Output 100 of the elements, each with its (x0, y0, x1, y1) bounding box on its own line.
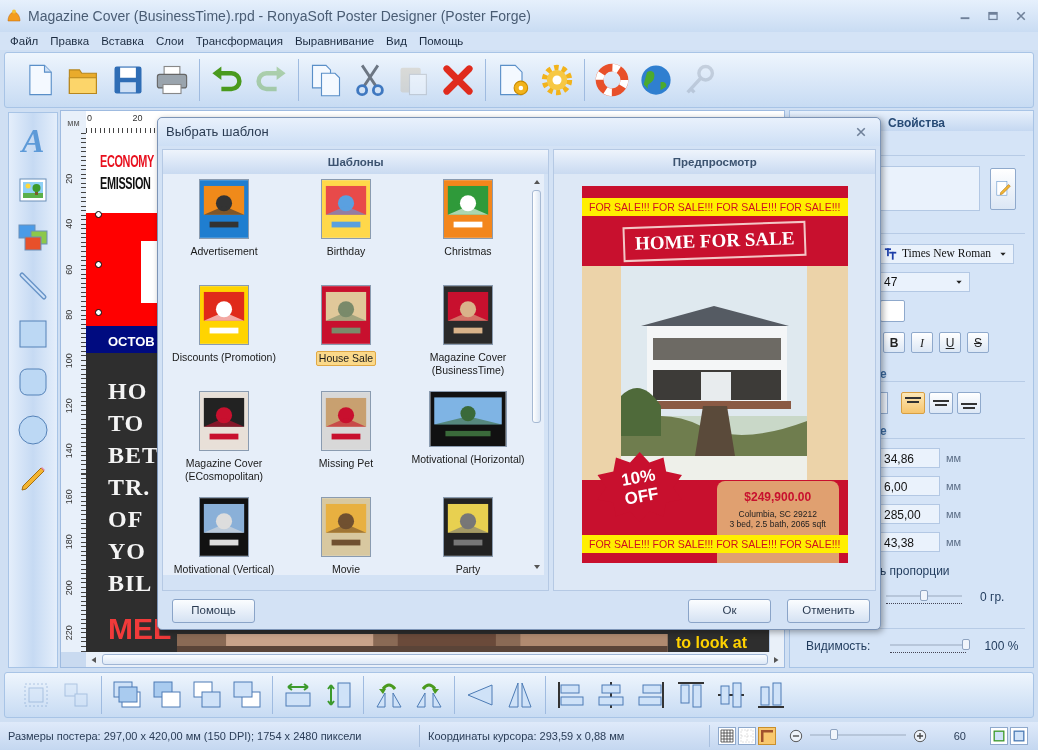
align-icon (933, 400, 949, 406)
strike-button[interactable]: S (967, 332, 989, 353)
number-field[interactable]: 6,00 (880, 476, 940, 496)
template-item[interactable]: House Sale (315, 351, 377, 366)
template-item[interactable]: Missing Pet (316, 457, 376, 470)
template-item[interactable]: Magazine Cover (ECosmopolitan) (169, 457, 279, 483)
underline-button[interactable]: U (939, 332, 961, 353)
vertical-align-button[interactable] (929, 392, 953, 414)
poster-banner: FOR SALE!!! FOR SALE!!! FOR SALE!!! FOR SALE!!! (581, 198, 848, 216)
align-top-icon (675, 679, 707, 711)
badge-text: 10% OFF (618, 464, 661, 511)
poster-text: HO (108, 377, 148, 406)
close-icon (1016, 11, 1026, 21)
address-text: 3 bed, 2.5 bath, 2065 sqft (729, 519, 826, 529)
checkbox-label: ь пропорции (880, 563, 950, 580)
ok-button[interactable]: Ок (688, 598, 771, 623)
template-item[interactable]: Magazine Cover (BusinessTime) (413, 351, 523, 377)
zoom-slider[interactable] (809, 729, 906, 743)
slider-thumb[interactable] (920, 590, 928, 601)
panel-header: Предпросмотр (554, 150, 875, 174)
view-mode-button[interactable] (757, 727, 776, 745)
ruler-label: 20 (132, 112, 143, 125)
cancel-button[interactable]: Отменить (787, 598, 870, 623)
window-title: Magazine Cover (BusinessTime).rpd - RonyaSoft Poster Designer (Poster Forge) (28, 6, 532, 26)
menu-item[interactable]: Выравнивание (288, 32, 381, 50)
vertical-align-button[interactable] (957, 392, 981, 414)
visibility-slider[interactable] (890, 639, 967, 653)
menu-item[interactable]: Трансформация (189, 32, 289, 50)
plus-icon (912, 729, 927, 743)
close-icon (856, 127, 866, 137)
rotation-value: 0 гр. (980, 589, 1005, 606)
scroll-up-icon (532, 178, 541, 186)
view-mode-button[interactable] (737, 727, 756, 745)
app-icon (6, 8, 22, 24)
menu-item[interactable]: Вставка (95, 32, 150, 50)
menu-item[interactable]: Файл (4, 32, 45, 50)
template-item[interactable]: Movie (330, 563, 362, 575)
edit-text-button[interactable] (990, 167, 1016, 210)
address-text: Columbia, SC 29212 (738, 509, 817, 519)
selection-handle[interactable] (95, 309, 102, 316)
panel-header: Шаблоны (163, 150, 549, 174)
number-field[interactable]: 285,00 (880, 504, 940, 524)
menu-item[interactable]: Слои (149, 32, 190, 50)
template-item[interactable]: Motivational (Vertical) (171, 563, 277, 575)
text-area[interactable] (880, 166, 980, 211)
template-item[interactable]: Discounts (Promotion) (170, 351, 278, 364)
ruler-label: 0 (87, 112, 92, 125)
number-field[interactable]: 43,38 (880, 532, 940, 552)
cursor-coordinates: Координаты курсора: 293,59 x 0,88 мм (420, 725, 710, 747)
scroll-right-icon (772, 655, 780, 664)
template-item[interactable]: Party (453, 563, 483, 575)
minus-icon (788, 729, 803, 743)
ruler-label: 160 (63, 488, 76, 507)
ruler-label: 140 (63, 442, 76, 461)
fit-page-button[interactable] (990, 727, 1008, 745)
dialog-title: Выбрать шаблон (166, 123, 269, 142)
help-button[interactable]: Помощь (172, 598, 255, 623)
globe-icon (638, 62, 674, 98)
layers-icon (151, 679, 183, 711)
align-right-icon (635, 679, 667, 711)
italic-button[interactable]: I (911, 332, 933, 353)
font-dropdown[interactable]: Times New Roman (880, 244, 1014, 264)
scrollbar-thumb[interactable] (532, 190, 541, 423)
ruler-label: 20 (63, 172, 76, 186)
menu-item[interactable]: Помощь (412, 32, 470, 50)
menu-item[interactable]: Вид (380, 32, 413, 50)
vertical-scrollbar[interactable] (529, 174, 544, 575)
selection-handle[interactable] (95, 211, 102, 218)
template-item[interactable]: Advertisement (188, 245, 260, 258)
slider-thumb[interactable] (829, 729, 838, 740)
menu-item[interactable]: Правка (44, 32, 96, 50)
font-icon (884, 247, 898, 261)
number-field[interactable]: 34,86 (880, 448, 940, 468)
unit-label: мм (946, 450, 962, 466)
template-item[interactable]: Birthday (324, 245, 368, 258)
zoom-value: 60 (953, 728, 966, 744)
template-item[interactable]: Motivational (Horizontal) (409, 453, 527, 466)
poster-text: TO (108, 409, 145, 438)
vertical-align-button[interactable] (901, 392, 925, 414)
template-item[interactable]: Christmas (442, 245, 494, 258)
slider-thumb[interactable] (962, 639, 971, 650)
size-dropdown[interactable]: 47 (880, 272, 970, 292)
layers-icon (231, 679, 263, 711)
color-swatch[interactable] (880, 300, 905, 322)
actual-size-button[interactable] (1010, 727, 1028, 745)
selection-handle[interactable] (95, 261, 102, 268)
bold-button[interactable]: B (883, 332, 905, 353)
rectangle-icon (17, 318, 49, 350)
rotation-slider[interactable] (886, 590, 962, 604)
layers-icon (191, 679, 223, 711)
poster-date: OCTOB (108, 334, 155, 349)
circle-icon (17, 414, 49, 446)
poster-text: BIL (108, 569, 153, 598)
scrollbar-thumb[interactable] (102, 654, 768, 665)
edit-icon (994, 179, 1012, 198)
view-mode-button[interactable] (717, 727, 736, 745)
section-title: е (879, 367, 888, 381)
horizontal-scrollbar[interactable] (86, 652, 784, 667)
poster-headline: EMISSION (100, 173, 151, 195)
poster-text: BET (108, 441, 160, 470)
